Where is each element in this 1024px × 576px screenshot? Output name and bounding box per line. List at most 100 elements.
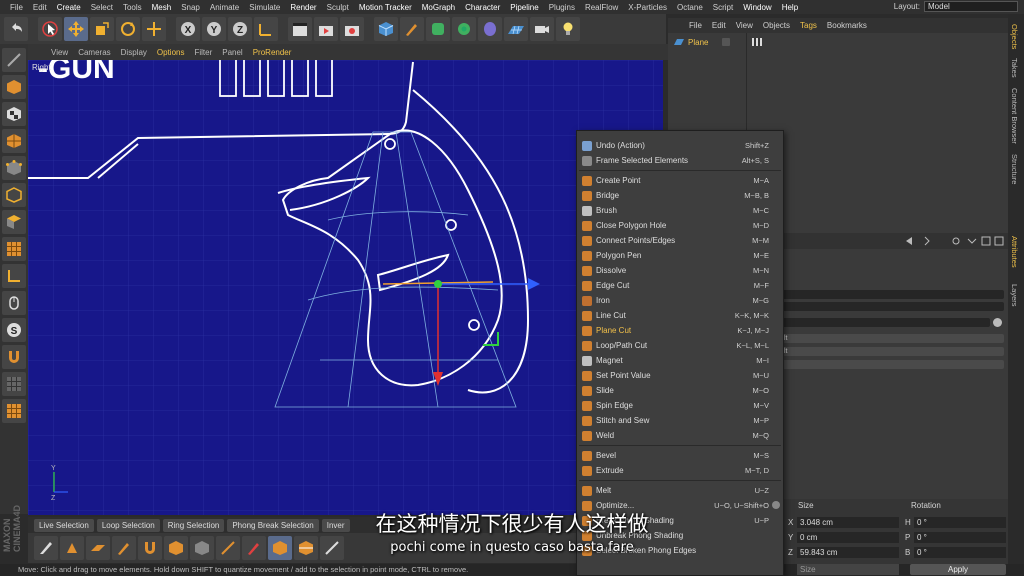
- attributes-dropdown-2[interactable]: lt: [782, 347, 1004, 356]
- context-item-weld[interactable]: Weld M~Q: [577, 428, 783, 443]
- coordinate-system-button[interactable]: [254, 17, 278, 41]
- layout-dropdown[interactable]: Model: [924, 1, 1018, 12]
- y-axis-button[interactable]: Y: [202, 17, 226, 41]
- attributes-dropdown-3[interactable]: [782, 360, 1004, 369]
- array-button[interactable]: [452, 17, 476, 41]
- uv-mode-button[interactable]: [2, 237, 26, 261]
- object-row-plane[interactable]: Plane: [674, 37, 708, 47]
- visibility-dots[interactable]: [722, 38, 730, 46]
- menu-render[interactable]: Render: [285, 3, 321, 12]
- points-mode-button[interactable]: [2, 156, 26, 180]
- locked-workplane-button[interactable]: [2, 372, 26, 396]
- object-menu-view[interactable]: View: [731, 21, 758, 30]
- z-axis-button[interactable]: Z: [228, 17, 252, 41]
- size-mode-dropdown[interactable]: Size: [797, 564, 899, 575]
- quantize-button[interactable]: [2, 399, 26, 423]
- attributes-field-2[interactable]: [782, 302, 1004, 311]
- viewport-menu-options[interactable]: Options: [152, 48, 190, 57]
- tweak-mode-button[interactable]: [2, 291, 26, 315]
- tag-icons[interactable]: [752, 38, 762, 46]
- context-item-set-point-value[interactable]: Set Point Value M~U: [577, 368, 783, 383]
- context-item-magnet[interactable]: Magnet M~I: [577, 353, 783, 368]
- cube-button[interactable]: [374, 17, 398, 41]
- menu-motion-tracker[interactable]: Motion Tracker: [354, 3, 417, 12]
- context-item-extrude[interactable]: Extrude M~T, D: [577, 463, 783, 478]
- menu-plugins[interactable]: Plugins: [544, 3, 580, 12]
- menu-x-particles[interactable]: X-Particles: [623, 3, 672, 12]
- object-menu-objects[interactable]: Objects: [758, 21, 795, 30]
- magnet-button[interactable]: [2, 345, 26, 369]
- viewport-menu-view[interactable]: View: [46, 48, 73, 57]
- menu-script[interactable]: Script: [708, 3, 738, 12]
- context-item-stitch-and-sew[interactable]: Stitch and Sew M~P: [577, 413, 783, 428]
- context-item-iron[interactable]: Iron M~G: [577, 293, 783, 308]
- context-item-bevel[interactable]: Bevel M~S: [577, 448, 783, 463]
- snap-button[interactable]: S: [2, 318, 26, 342]
- subdivision-button[interactable]: [426, 17, 450, 41]
- menu-character[interactable]: Character: [460, 3, 505, 12]
- rotate-button[interactable]: [116, 17, 140, 41]
- camera-button[interactable]: [530, 17, 554, 41]
- context-item-loop-path-cut[interactable]: Loop/Path Cut K~L, M~L: [577, 338, 783, 353]
- undo-button[interactable]: [4, 17, 28, 41]
- side-tab-takes[interactable]: Takes: [1010, 58, 1019, 78]
- context-item-brush[interactable]: Brush M~C: [577, 203, 783, 218]
- menu-simulate[interactable]: Simulate: [244, 3, 285, 12]
- menu-octane[interactable]: Octane: [672, 3, 708, 12]
- render-picture-viewer-button[interactable]: [314, 17, 338, 41]
- object-menu-bookmarks[interactable]: Bookmarks: [822, 21, 872, 30]
- menu-file[interactable]: File: [5, 3, 28, 12]
- floor-button[interactable]: [504, 17, 528, 41]
- menu-select[interactable]: Select: [86, 3, 118, 12]
- render-view-button[interactable]: [288, 17, 312, 41]
- pen-spline-button[interactable]: [400, 17, 424, 41]
- menu-pipeline[interactable]: Pipeline: [505, 3, 543, 12]
- context-item-spin-edge[interactable]: Spin Edge M~V: [577, 398, 783, 413]
- x-axis-button[interactable]: X: [176, 17, 200, 41]
- context-item-plane-cut[interactable]: Plane Cut K~J, M~J: [577, 323, 783, 338]
- edges-mode-button[interactable]: [2, 183, 26, 207]
- menu-snap[interactable]: Snap: [176, 3, 205, 12]
- viewport-menu-panel[interactable]: Panel: [217, 48, 247, 57]
- light-button[interactable]: [556, 17, 580, 41]
- context-item-edge-cut[interactable]: Edge Cut M~F: [577, 278, 783, 293]
- context-item-melt[interactable]: Melt U~Z: [577, 483, 783, 498]
- side-tab-layers[interactable]: Layers: [1010, 284, 1019, 307]
- live-selection-button[interactable]: [38, 17, 62, 41]
- render-settings-button[interactable]: [340, 17, 364, 41]
- viewport-menu-filter[interactable]: Filter: [189, 48, 217, 57]
- menu-mesh[interactable]: Mesh: [147, 3, 177, 12]
- attributes-dropdown-1[interactable]: lt: [782, 334, 1004, 343]
- context-item-create-point[interactable]: Create Point M~A: [577, 173, 783, 188]
- menu-realflow[interactable]: RealFlow: [580, 3, 623, 12]
- menu-edit[interactable]: Edit: [28, 3, 52, 12]
- scale-button[interactable]: [90, 17, 114, 41]
- attributes-link-field[interactable]: [782, 318, 990, 327]
- menu-create[interactable]: Create: [52, 3, 86, 12]
- menu-mograph[interactable]: MoGraph: [417, 3, 460, 12]
- side-tab-content-browser[interactable]: Content Browser: [1010, 88, 1019, 144]
- viewport-menu-cameras[interactable]: Cameras: [73, 48, 115, 57]
- gizmo-center[interactable]: [434, 280, 442, 288]
- object-menu-edit[interactable]: Edit: [707, 21, 731, 30]
- transform-button[interactable]: [142, 17, 166, 41]
- texture-mode-button[interactable]: [2, 102, 26, 126]
- context-item-frame-selected-elements[interactable]: Frame Selected Elements Alt+S, S: [577, 153, 783, 168]
- menu-window[interactable]: Window: [738, 3, 776, 12]
- apply-button[interactable]: Apply: [910, 564, 1006, 575]
- viewport[interactable]: -GUN Z Y Right: [28, 60, 663, 515]
- deformer-button[interactable]: [478, 17, 502, 41]
- side-tab-objects[interactable]: Objects: [1010, 24, 1019, 49]
- context-item-undo-action[interactable]: Undo (Action) Shift+Z: [577, 138, 783, 153]
- viewport-menu-display[interactable]: Display: [116, 48, 152, 57]
- attributes-field[interactable]: [782, 290, 1004, 299]
- link-clear-button[interactable]: [993, 318, 1002, 327]
- object-menu-file[interactable]: File: [684, 21, 707, 30]
- menu-animate[interactable]: Animate: [205, 3, 244, 12]
- workplane-button[interactable]: [2, 129, 26, 153]
- context-item-close-polygon-hole[interactable]: Close Polygon Hole M~D: [577, 218, 783, 233]
- move-button[interactable]: [64, 17, 88, 41]
- menu-sculpt[interactable]: Sculpt: [322, 3, 354, 12]
- viewport-menu-prorender[interactable]: ProRender: [248, 48, 297, 57]
- context-item-bridge[interactable]: Bridge M~B, B: [577, 188, 783, 203]
